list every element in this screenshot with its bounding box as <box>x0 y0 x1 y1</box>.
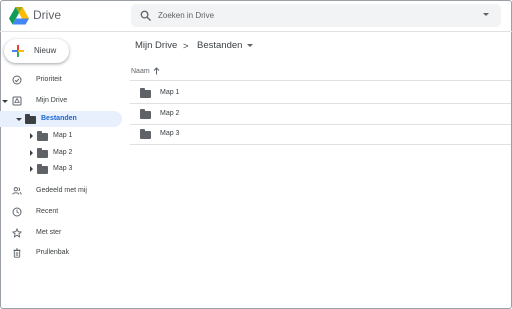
sidebar-item-label: Met ster <box>36 229 62 236</box>
drive-icon <box>12 96 22 106</box>
expand-caret-right-icon[interactable] <box>30 166 33 172</box>
people-icon <box>12 187 22 195</box>
breadcrumb-dropdown-caret-down-icon[interactable] <box>247 44 253 47</box>
folder-icon <box>37 131 48 141</box>
folder-icon <box>37 164 48 174</box>
expand-caret-right-icon[interactable] <box>30 133 33 139</box>
expand-caret-right-icon[interactable] <box>30 150 33 156</box>
folder-icon <box>140 88 151 98</box>
sidebar-item-priority[interactable]: Prioriteit <box>0 72 122 88</box>
column-header-name[interactable]: Naam <box>131 68 150 75</box>
sidebar-item-my-drive[interactable]: Mijn Drive <box>0 93 122 109</box>
table-row[interactable]: Map 1 <box>130 83 511 103</box>
sidebar-item-map-3[interactable]: Map 3 <box>0 161 122 177</box>
sidebar-item-label: Prioriteit <box>36 76 62 83</box>
header-divider <box>0 31 512 32</box>
table-row[interactable]: Map 3 <box>130 124 511 144</box>
breadcrumb-root[interactable]: Mijn Drive <box>135 40 177 51</box>
folder-icon <box>25 114 36 124</box>
clock-icon <box>12 207 22 217</box>
file-name: Map 3 <box>160 130 180 137</box>
sidebar-item-trash[interactable]: Prullenbak <box>0 245 122 261</box>
expand-caret-down-icon[interactable] <box>16 118 22 121</box>
sidebar-item-label: Map 2 <box>53 149 73 156</box>
folder-icon <box>37 148 48 158</box>
sidebar-item-label: Map 1 <box>53 132 73 139</box>
sort-arrow-up-icon[interactable] <box>153 67 160 75</box>
file-name: Map 1 <box>160 89 180 96</box>
list-header-divider <box>130 80 511 81</box>
row-divider <box>130 144 511 145</box>
table-row[interactable]: Map 2 <box>130 104 511 124</box>
folder-icon <box>140 109 151 119</box>
new-button-label: Nieuw <box>34 46 57 55</box>
folder-icon <box>140 129 151 139</box>
google-drive-logo-icon[interactable] <box>9 7 29 25</box>
search-icon[interactable] <box>140 10 151 21</box>
trash-icon <box>13 248 21 258</box>
star-icon <box>12 228 22 238</box>
check-circle-icon <box>12 75 22 85</box>
search-input[interactable] <box>158 7 468 24</box>
sidebar-item-label: Prullenbak <box>36 249 70 256</box>
app-title[interactable]: Drive <box>33 8 61 22</box>
sidebar-item-map-2[interactable]: Map 2 <box>0 145 122 161</box>
plus-icon <box>12 45 24 57</box>
sidebar-item-starred[interactable]: Met ster <box>0 225 122 241</box>
sidebar-item-label: Map 3 <box>53 165 73 172</box>
search-bar[interactable] <box>131 4 501 27</box>
sidebar-item-label: Gedeeld met mij <box>36 187 87 194</box>
sidebar-item-label: Bestanden <box>41 115 77 122</box>
expand-caret-down-icon[interactable] <box>2 100 8 103</box>
file-name: Map 2 <box>160 110 180 117</box>
sidebar-item-label: Recent <box>36 208 59 215</box>
sidebar-item-label: Mijn Drive <box>36 97 68 104</box>
sidebar-item-bestanden[interactable]: Bestanden <box>0 111 122 127</box>
sidebar-item-recent[interactable]: Recent <box>0 204 122 220</box>
search-options-chevron-down-icon[interactable] <box>483 13 489 16</box>
sidebar-item-map-1[interactable]: Map 1 <box>0 128 122 144</box>
breadcrumb-chevron-right-icon: > <box>183 41 189 52</box>
breadcrumb-current[interactable]: Bestanden <box>197 40 242 51</box>
sidebar-item-shared[interactable]: Gedeeld met mij <box>0 183 122 199</box>
new-button[interactable]: Nieuw <box>4 39 69 63</box>
